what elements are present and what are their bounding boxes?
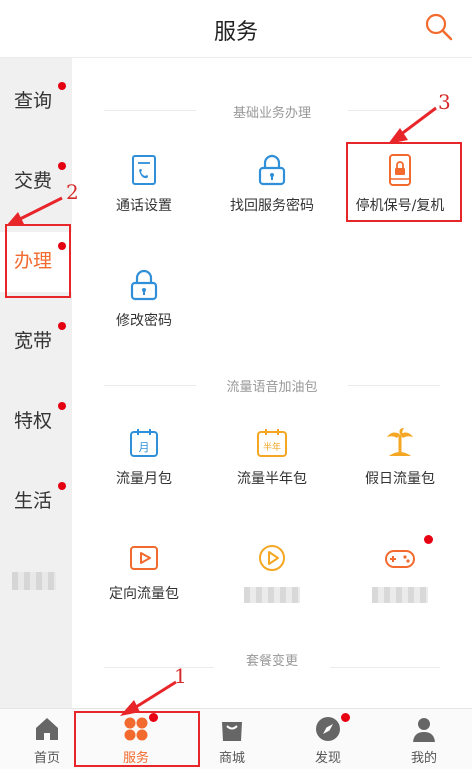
annotation-number-2: 2 [66, 180, 79, 204]
targeted-data-pack-button[interactable]: 定向流量包 [80, 541, 208, 621]
half-year-data-pack-button[interactable]: 半年 流量半年包 [208, 426, 336, 506]
blurred-label [244, 587, 300, 603]
bottom-tab-bar: 首页 服务 商城 发现 我的 [0, 708, 472, 769]
notification-dot [341, 713, 350, 722]
notification-dot [58, 162, 66, 170]
grid-item-label: 修改密码 [116, 313, 172, 329]
grid-item-label: 假日流量包 [365, 471, 435, 487]
notification-dot [58, 82, 66, 90]
calendar-month-icon: 月 [130, 429, 158, 457]
game-pack-button[interactable] [336, 535, 464, 621]
sidebar-item-label: 宽带 [14, 330, 53, 352]
user-icon [413, 718, 435, 742]
tab-label: 我的 [410, 751, 437, 766]
annotation-number-3: 3 [438, 90, 451, 114]
tab-discover[interactable]: 发现 [281, 709, 375, 769]
grid-item-label: 定向流量包 [109, 586, 179, 602]
home-icon [36, 718, 58, 740]
grid-item-label: 找回服务密码 [230, 198, 314, 214]
category-sidebar: 查询 交费 办理 宽带 特权 生活 [0, 58, 72, 710]
calendar-half-year-icon: 半年 [257, 429, 287, 457]
sidebar-item-broadband[interactable]: 宽带 [0, 312, 72, 372]
change-password-button[interactable]: 修改密码 [80, 268, 208, 348]
recover-password-button[interactable]: 找回服务密码 [208, 153, 336, 233]
section-title-data-packs: 流量语音加油包 [226, 380, 318, 395]
lock-icon [258, 154, 286, 186]
notification-dot [58, 482, 66, 490]
svg-text:月: 月 [139, 441, 150, 454]
call-settings-button[interactable]: 通话设置 [80, 153, 208, 233]
play-icon [130, 546, 158, 570]
blurred-label [372, 587, 428, 603]
app-header: 服务 [0, 0, 472, 58]
svg-text:半年: 半年 [263, 441, 281, 453]
page-title: 服务 [213, 20, 258, 45]
sidebar-item-privileges[interactable]: 特权 [0, 392, 72, 452]
annotation-number-1: 1 [174, 664, 187, 688]
annotation-box-2 [5, 224, 71, 298]
lock-icon [130, 269, 158, 301]
compass-icon [316, 717, 340, 741]
grid-item-label: 流量半年包 [237, 471, 307, 487]
annotation-box-1 [74, 711, 200, 767]
section-title-basic: 基础业务办理 [232, 106, 311, 121]
section-title-plan-change: 套餐变更 [245, 654, 298, 669]
notification-dot [424, 535, 433, 544]
gamepad-icon [385, 550, 415, 568]
sidebar-item-label: 生活 [14, 490, 53, 512]
sidebar-item-label: 查询 [14, 90, 53, 112]
sidebar-item-query[interactable]: 查询 [0, 72, 72, 132]
tab-mine[interactable]: 我的 [377, 709, 471, 769]
video-icon [259, 545, 285, 571]
blurred-label [12, 572, 56, 590]
holiday-data-pack-button[interactable]: 假日流量包 [336, 426, 464, 506]
sidebar-item-label: 特权 [14, 410, 53, 432]
sidebar-item-blurred[interactable] [0, 552, 72, 612]
video-pack-button[interactable] [208, 541, 336, 621]
shopping-bag-icon [222, 722, 242, 741]
notification-dot [58, 322, 66, 330]
sidebar-item-life[interactable]: 生活 [0, 472, 72, 532]
search-icon[interactable] [422, 10, 456, 44]
grid-item-label: 通话设置 [116, 198, 172, 214]
annotation-box-3 [346, 142, 462, 222]
phone-settings-icon [132, 155, 156, 185]
palm-tree-icon [387, 428, 413, 456]
sidebar-item-payment[interactable]: 交费 [0, 152, 72, 212]
monthly-data-pack-button[interactable]: 月 流量月包 [80, 426, 208, 506]
tab-label: 发现 [314, 751, 341, 766]
sidebar-item-label: 交费 [14, 170, 53, 192]
grid-item-label: 流量月包 [116, 471, 172, 487]
notification-dot [58, 402, 66, 410]
